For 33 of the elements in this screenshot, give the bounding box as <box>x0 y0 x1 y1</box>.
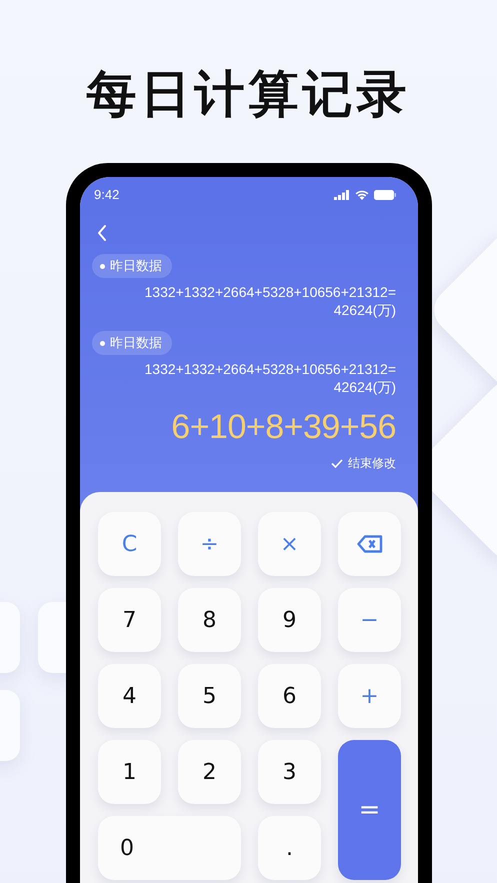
signal-icon <box>334 190 350 200</box>
calculator-key[interactable]: = <box>338 740 401 880</box>
calculator-key[interactable]: ÷ <box>178 512 241 576</box>
check-icon <box>331 459 343 468</box>
calculator-key[interactable]: C <box>98 512 161 576</box>
backspace-icon <box>356 535 382 553</box>
finish-edit-label: 结束修改 <box>348 455 396 472</box>
calculator-key[interactable]: 3 <box>258 740 321 804</box>
calculator-key[interactable]: 5 <box>178 664 241 728</box>
record-equation: 1332+1332+2664+5328+10656+21312= 42624(万) <box>144 360 396 396</box>
calculator-key[interactable]: 7 <box>98 588 161 652</box>
battery-icon <box>374 190 396 200</box>
record-equation: 1332+1332+2664+5328+10656+21312= 42624(万) <box>144 283 396 319</box>
calculator-key[interactable]: 0 <box>98 816 241 880</box>
status-time: 9:42 <box>94 187 120 202</box>
current-expression: 6+10+8+39+56 <box>171 408 396 447</box>
calculator-key[interactable]: 8 <box>178 588 241 652</box>
calculator-key[interactable]: 6 <box>258 664 321 728</box>
record-tag: 昨日数据 <box>92 331 172 355</box>
record-tag: 昨日数据 <box>92 254 172 278</box>
finish-edit-button[interactable]: 结束修改 <box>331 455 396 472</box>
calculator-key[interactable]: 2 <box>178 740 241 804</box>
wifi-icon <box>355 190 369 200</box>
calculator-key[interactable]: + <box>338 664 401 728</box>
calculator-key[interactable] <box>338 512 401 576</box>
calculator-key[interactable]: 4 <box>98 664 161 728</box>
calculator-key[interactable]: . <box>258 816 321 880</box>
calculator-key[interactable]: − <box>338 588 401 652</box>
calculator-key[interactable]: 9 <box>258 588 321 652</box>
back-icon[interactable] <box>96 224 108 242</box>
headline: 每日计算记录 <box>86 64 412 125</box>
calculator-key[interactable]: × <box>258 512 321 576</box>
calculator-key[interactable]: 1 <box>98 740 161 804</box>
